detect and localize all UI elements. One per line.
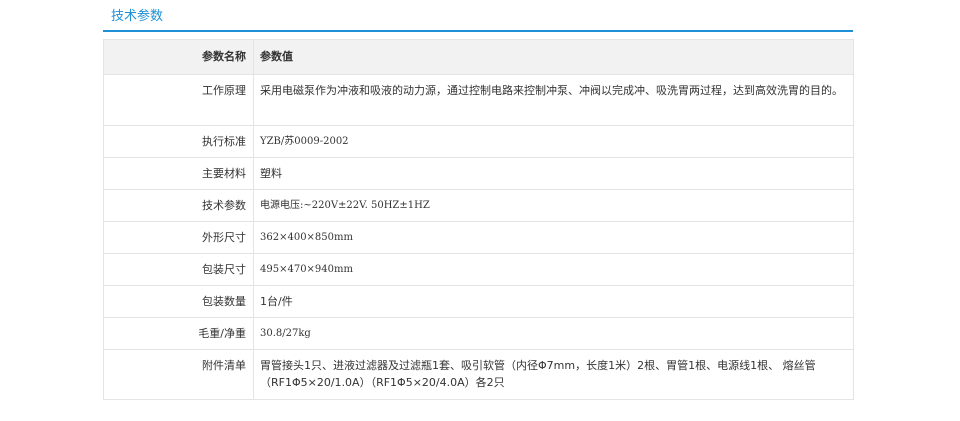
row-value: 30.8/27kg: [253, 317, 854, 350]
row-label: 执行标准: [103, 125, 254, 158]
table-header-row: 参数名称 参数值: [103, 39, 854, 75]
table-row: 附件清单 胃管接头1只、进液过滤器及过滤瓶1套、吸引软管（内径Φ7mm，长度1米…: [103, 349, 854, 400]
row-value: 362×400×850mm: [253, 221, 854, 254]
table-row: 工作原理 采用电磁泵作为冲液和吸液的动力源，通过控制电路来控制冲泵、冲阀以完成冲…: [103, 74, 854, 126]
row-value: 塑料: [253, 157, 854, 190]
row-label: 附件清单: [103, 349, 254, 400]
row-value: 采用电磁泵作为冲液和吸液的动力源，通过控制电路来控制冲泵、冲阀以完成冲、吸洗胃两…: [253, 74, 854, 126]
table-row: 包装数量 1台/件: [103, 285, 854, 318]
section-title: 技术参数: [111, 9, 164, 24]
row-value: YZB/苏0009-2002: [253, 125, 854, 158]
row-label: 包装数量: [103, 285, 254, 318]
row-label: 技术参数: [103, 189, 254, 222]
tech-params-section: 技术参数 参数名称 参数值 工作原理 采用电磁泵作为冲液和吸液的动力源，通过控制…: [103, 0, 854, 400]
table-row: 执行标准 YZB/苏0009-2002: [103, 125, 854, 158]
table-row: 外形尺寸 362×400×850mm: [103, 221, 854, 254]
row-label: 工作原理: [103, 74, 254, 126]
row-value: 1台/件: [253, 285, 854, 318]
params-table: 参数名称 参数值 工作原理 采用电磁泵作为冲液和吸液的动力源，通过控制电路来控制…: [103, 39, 854, 400]
table-row: 包装尺寸 495×470×940mm: [103, 253, 854, 286]
row-label: 主要材料: [103, 157, 254, 190]
table-row: 技术参数 电源电压:~220V±22V. 50HZ±1HZ: [103, 189, 854, 222]
section-header: 技术参数: [103, 0, 853, 32]
row-value: 电源电压:~220V±22V. 50HZ±1HZ: [253, 189, 854, 222]
table-row: 毛重/净重 30.8/27kg: [103, 317, 854, 350]
header-name-cell: 参数名称: [103, 39, 254, 75]
row-label: 毛重/净重: [103, 317, 254, 350]
row-value: 胃管接头1只、进液过滤器及过滤瓶1套、吸引软管（内径Φ7mm，长度1米）2根、胃…: [253, 349, 854, 400]
row-value: 495×470×940mm: [253, 253, 854, 286]
table-row: 主要材料 塑料: [103, 157, 854, 190]
header-value-cell: 参数值: [253, 39, 854, 75]
row-label: 外形尺寸: [103, 221, 254, 254]
row-label: 包装尺寸: [103, 253, 254, 286]
